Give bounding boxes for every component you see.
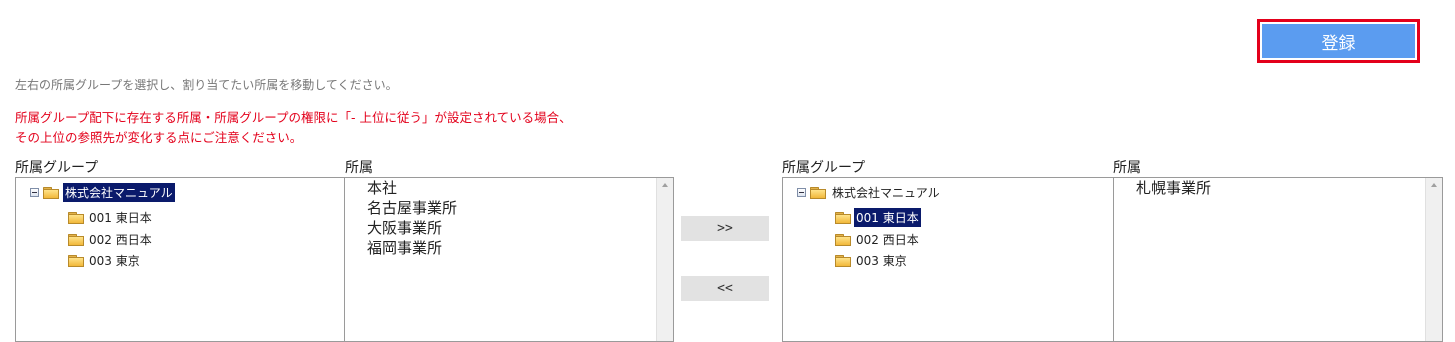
scroll-up-icon[interactable] bbox=[1431, 183, 1437, 187]
right-tree-node-label: 002 西日本 bbox=[856, 233, 919, 247]
scroll-up-icon[interactable] bbox=[662, 183, 668, 187]
right-tree-root[interactable]: 株式会社マニュアル bbox=[797, 183, 942, 202]
right-tree-root-label[interactable]: 株式会社マニュアル bbox=[830, 183, 942, 202]
folder-icon bbox=[835, 254, 851, 267]
warning-text-line2: その上位の参照先が変化する点にご注意ください。 bbox=[15, 130, 303, 145]
right-tree-node[interactable]: 003 東京 bbox=[835, 251, 909, 270]
right-group-tree[interactable]: 株式会社マニュアル 001 東日本 002 西日本 003 東京 bbox=[782, 177, 1114, 342]
folder-icon bbox=[810, 186, 826, 199]
left-tree-node-label: 003 東京 bbox=[89, 254, 140, 268]
list-item[interactable]: 本社 bbox=[367, 178, 457, 198]
folder-icon bbox=[835, 233, 851, 246]
left-tree-root[interactable]: 株式会社マニュアル bbox=[30, 183, 175, 202]
left-tree-node[interactable]: 001 東日本 bbox=[68, 208, 154, 227]
left-tree-node-label: 002 西日本 bbox=[89, 233, 152, 247]
left-dept-list[interactable]: 本社 名古屋事業所 大阪事業所 福岡事業所 bbox=[344, 177, 674, 342]
folder-icon bbox=[835, 211, 851, 224]
register-button[interactable]: 登録 bbox=[1262, 24, 1415, 58]
list-item[interactable]: 名古屋事業所 bbox=[367, 198, 457, 218]
list-item[interactable]: 福岡事業所 bbox=[367, 238, 457, 258]
collapse-icon[interactable] bbox=[797, 188, 806, 197]
instruction-text: 左右の所属グループを選択し、割り当てたい所属を移動してください。 bbox=[15, 78, 398, 92]
right-dept-list[interactable]: 札幌事業所 bbox=[1113, 177, 1443, 342]
list-item[interactable]: 大阪事業所 bbox=[367, 218, 457, 238]
scrollbar[interactable] bbox=[1425, 178, 1442, 341]
left-tree-node[interactable]: 003 東京 bbox=[68, 251, 142, 270]
folder-icon bbox=[68, 233, 84, 246]
folder-icon bbox=[68, 211, 84, 224]
right-tree-node-label: 003 東京 bbox=[856, 254, 907, 268]
right-tree-node-label: 001 東日本 bbox=[854, 208, 921, 227]
left-dept-label: 所属 bbox=[345, 160, 373, 176]
list-item[interactable]: 札幌事業所 bbox=[1136, 178, 1211, 198]
left-tree-node[interactable]: 002 西日本 bbox=[68, 230, 154, 249]
scrollbar[interactable] bbox=[656, 178, 673, 341]
warning-text-line1: 所属グループ配下に存在する所属・所属グループの権限に「- 上位に従う」が設定され… bbox=[15, 110, 572, 125]
folder-icon bbox=[68, 254, 84, 267]
move-left-button[interactable]: << bbox=[681, 276, 769, 301]
folder-icon bbox=[43, 186, 59, 199]
left-tree-node-label: 001 東日本 bbox=[89, 211, 152, 225]
move-right-button[interactable]: >> bbox=[681, 216, 769, 241]
register-button-highlight: 登録 bbox=[1257, 19, 1420, 63]
right-tree-node[interactable]: 001 東日本 bbox=[835, 208, 921, 227]
collapse-icon[interactable] bbox=[30, 188, 39, 197]
right-group-label: 所属グループ bbox=[782, 160, 866, 176]
left-tree-root-label[interactable]: 株式会社マニュアル bbox=[63, 183, 175, 202]
left-group-tree[interactable]: 株式会社マニュアル 001 東日本 002 西日本 003 東京 bbox=[15, 177, 345, 342]
right-dept-label: 所属 bbox=[1113, 160, 1141, 176]
left-group-label: 所属グループ bbox=[15, 160, 99, 176]
right-tree-node[interactable]: 002 西日本 bbox=[835, 230, 921, 249]
